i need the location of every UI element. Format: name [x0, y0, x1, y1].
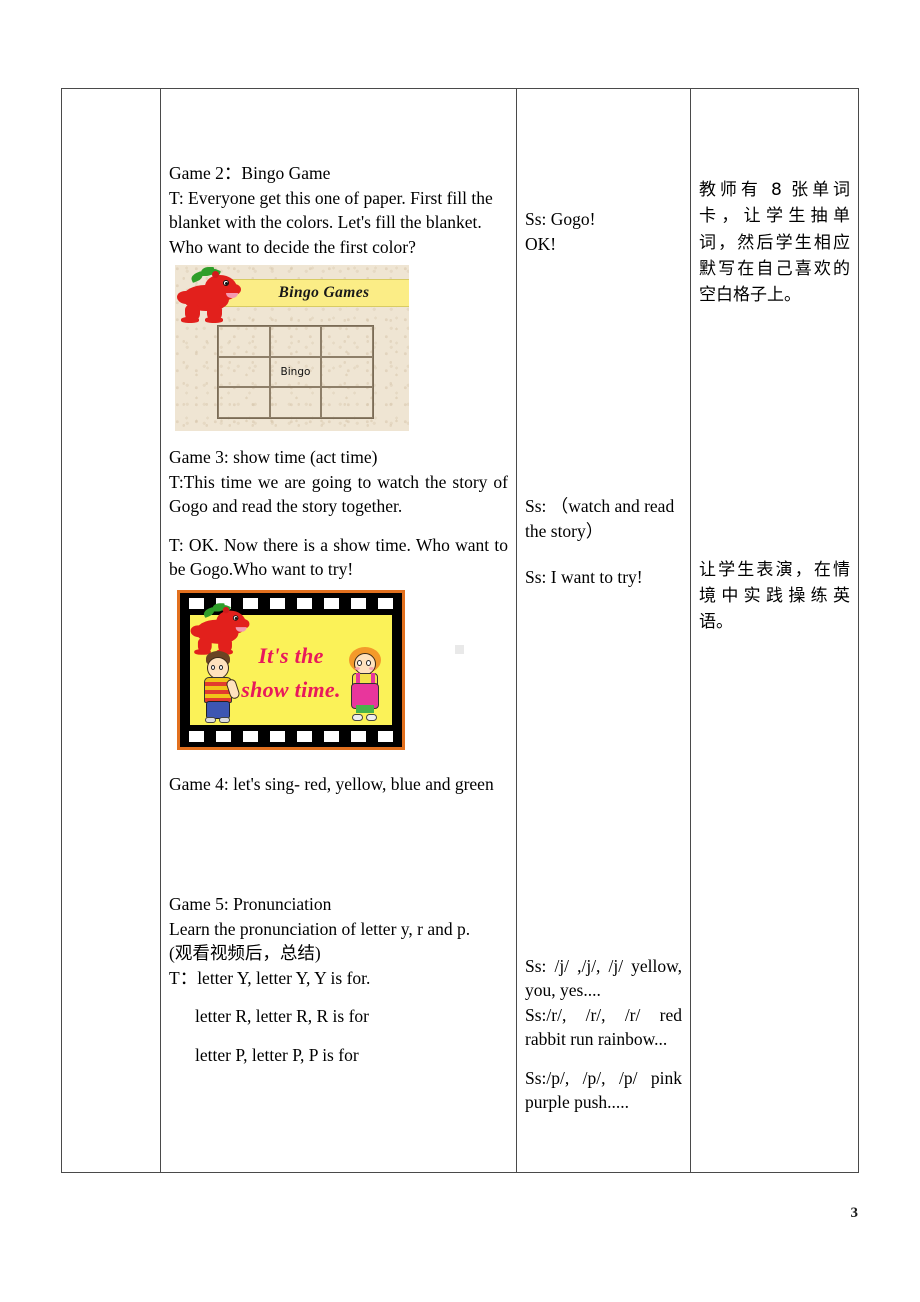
game2-title: Game 2：Bingo Game	[169, 163, 331, 183]
bingo-cell	[321, 356, 373, 388]
students-response-1: Ss: Gogo! OK!	[525, 209, 596, 254]
students-response-3: Ss: I want to try!	[525, 567, 643, 587]
game3-body-1: T:This time we are going to watch the st…	[169, 471, 508, 517]
film-screen: It's the show time.	[190, 602, 392, 725]
bingo-banner-title: Bingo Games	[278, 284, 370, 301]
bingo-grid: Bingo	[217, 325, 374, 419]
students-response-2: Ss: （watch and read the story）	[525, 496, 675, 541]
film-sprockets-top	[180, 596, 402, 611]
game4-title: Game 4: let's sing- red, yellow, blue an…	[169, 773, 494, 794]
bingo-game-image: Bingo Games Bingo	[175, 265, 409, 431]
game5-line-3: T：letter Y, letter Y, Y is for.	[169, 967, 371, 988]
stage-cell-text	[62, 89, 160, 99]
lesson-plan-table: Game 2：Bingo Game T: Everyone get this o…	[61, 88, 859, 1173]
students-response-y: Ss: /j/ ,/j/, /j/ yellow, you, yes....	[525, 955, 682, 1001]
document-page: Game 2：Bingo Game T: Everyone get this o…	[0, 0, 920, 1302]
game5-line-2: (观看视频后，总结)	[169, 943, 321, 963]
game5-line-5: letter P, letter P, P is for	[195, 1044, 359, 1065]
design-note-2: 让学生表演，在情境中实践操练英语。	[699, 559, 850, 633]
bingo-cell	[218, 356, 270, 388]
boy-character-icon	[198, 650, 241, 723]
game5-title: Game 5: Pronunciation	[169, 894, 332, 914]
bingo-cell	[321, 326, 373, 357]
bingo-cell	[269, 326, 322, 357]
film-sprockets-bottom	[180, 729, 402, 744]
students-cell: Ss: Gogo! OK! Ss: （watch and read the st…	[516, 88, 691, 1173]
game3-body-2: T: OK. Now there is a show time. Who wan…	[169, 534, 508, 580]
bingo-cell-center: Bingo	[269, 356, 322, 388]
game5-line-1: Learn the pronunciation of letter y, r a…	[169, 918, 471, 939]
bingo-cell	[321, 387, 373, 418]
procedure-cell: Game 2：Bingo Game T: Everyone get this o…	[160, 88, 517, 1173]
bingo-banner: Bingo Games	[211, 279, 409, 307]
game2-body: T: Everyone get this one of paper. First…	[169, 187, 493, 257]
show-time-image: It's the show time.	[177, 589, 405, 750]
game5-line-4: letter R, letter R, R is for	[195, 1006, 369, 1026]
game3-title: Game 3: show time (act time)	[169, 447, 378, 467]
table-row: Game 2：Bingo Game T: Everyone get this o…	[61, 88, 859, 1173]
page-number: 3	[850, 1205, 859, 1221]
bingo-cell	[218, 387, 270, 418]
anchor-mark	[455, 645, 464, 654]
girl-character-icon	[344, 646, 386, 721]
bingo-cell	[218, 326, 270, 357]
students-response-p: Ss:/p/, /p/, /p/ pink purple push.....	[525, 1067, 682, 1113]
students-response-r: Ss:/r/, /r/, /r/ red rabbit run rainbow.…	[525, 1004, 682, 1050]
design-note-1: 教师有 8 张单词卡，让学生抽单词，然后学生相应默写在自己喜欢的空白格子上。	[699, 180, 850, 306]
stage-cell	[61, 88, 161, 1173]
bingo-cell	[269, 387, 322, 418]
notes-cell: 教师有 8 张单词卡，让学生抽单词，然后学生相应默写在自己喜欢的空白格子上。 让…	[690, 88, 859, 1173]
